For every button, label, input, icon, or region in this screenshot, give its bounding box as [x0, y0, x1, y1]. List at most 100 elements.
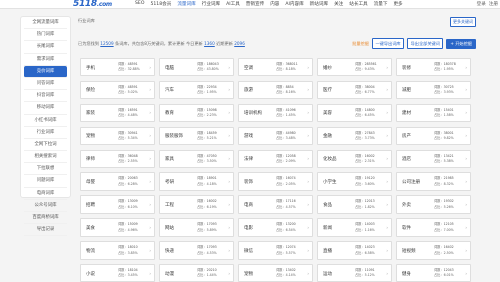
sidebar-item[interactable]: 长尾词库: [24, 41, 67, 54]
library-card[interactable]: 婚纱 词数：285561 占比：9.43% ›: [317, 58, 392, 77]
library-card[interactable]: 汽车 词数：22934 占比：1.95% ›: [159, 80, 234, 100]
sidebar-item[interactable]: 问答词库: [24, 78, 67, 91]
library-card[interactable]: 装修 词数：180378 占比：1.95% ›: [396, 58, 471, 77]
library-card[interactable]: 教育 词数：15098 占比：2.23% ›: [159, 103, 234, 123]
sidebar-item[interactable]: 百度商桥词库: [24, 212, 67, 225]
nav-item[interactable]: 流量下: [374, 1, 388, 7]
library-card[interactable]: 物流 词数：18010 占比：3.85% ›: [80, 241, 155, 260]
library-card[interactable]: 电影 词数：13200 占比：6.54% ›: [238, 218, 313, 237]
library-card[interactable]: 建材 词数：15401 占比：1.58% ›: [396, 103, 471, 123]
library-card[interactable]: 律师 词数：36048 占比：2.55% ›: [80, 149, 155, 168]
export-all-button[interactable]: 导出全部关键词: [407, 38, 444, 49]
library-card[interactable]: 运动 词数：11091 占比：5.12% ›: [317, 264, 392, 282]
library-card[interactable]: 旅游 词数：8854 占比：8.16% ›: [238, 80, 313, 100]
nav-item[interactable]: SEO: [135, 1, 144, 7]
library-card[interactable]: 装饰 词数：16074 占比：2.05% ›: [238, 172, 313, 191]
nav-item[interactable]: 5118会员: [150, 1, 171, 7]
nav-item[interactable]: 新站词库: [310, 1, 328, 7]
library-keyword: 服装服饰: [165, 134, 183, 140]
library-card[interactable]: 电脑 词数：186043 占比：43.80% ›: [159, 58, 234, 77]
library-stats: 词数：12074 占比：5.57%: [276, 245, 296, 255]
library-card[interactable]: 美食 词数：15009 占比：4.96% ›: [80, 218, 155, 237]
library-card[interactable]: 短视频 词数：16402 占比：2.50% ›: [396, 241, 471, 260]
library-card[interactable]: 新闻 词数：14003 占比：1.16% ›: [317, 218, 392, 237]
nav-item[interactable]: 营销宣传: [246, 1, 264, 7]
register-link[interactable]: 注册: [489, 1, 498, 7]
library-keyword: 婚纱: [323, 65, 332, 71]
library-card[interactable]: 家具 词数：47050 占比：3.50% ›: [159, 149, 234, 168]
library-card[interactable]: 微信 词数：12074 占比：5.57% ›: [238, 241, 313, 260]
library-card[interactable]: 小学生 词数：19120 占比：3.60% ›: [317, 172, 392, 191]
batch-mine-link[interactable]: 批量挖掘: [352, 41, 369, 47]
library-card[interactable]: 化妆品 词数：16002 占比：2.31% ›: [317, 149, 392, 168]
export-library-button[interactable]: 一键导出词库: [371, 38, 405, 49]
word-count: 47050: [206, 153, 217, 158]
library-card[interactable]: 保险 词数：48591 占比：5.02% ›: [80, 80, 155, 100]
library-card[interactable]: 培训机构 词数：41096 占比：1.45% ›: [238, 103, 313, 123]
sidebar-item[interactable]: 行业词库: [24, 127, 67, 139]
sidebar-item[interactable]: 电商词库: [24, 188, 67, 200]
share-percent: 1.95%: [206, 90, 217, 95]
library-card[interactable]: 服装服饰 词数：18459 占比：5.21% ›: [159, 126, 234, 146]
nav-item[interactable]: 站长工具: [349, 1, 367, 7]
library-stats: 词数：18901 占比：4.18%: [197, 176, 217, 186]
library-card[interactable]: 空调 词数：368011 占比：8.18% ›: [238, 58, 313, 77]
more-keywords-button[interactable]: 更多关键词: [450, 17, 476, 27]
sidebar-item[interactable]: 导出记录: [24, 224, 67, 237]
library-card[interactable]: 减肥 词数：30725 占比：3.93% ›: [396, 80, 471, 100]
library-card[interactable]: 软件 词数：12105 占比：7.00% ›: [396, 218, 471, 237]
sidebar-item[interactable]: 小红书词库: [24, 115, 67, 127]
logo[interactable]: 5118.com: [73, 0, 112, 9]
nav-item[interactable]: 更多: [393, 1, 402, 7]
library-card[interactable]: 法律 词数：12058 占比：2.09% ›: [238, 149, 313, 168]
share-percent: 5.34%: [127, 136, 138, 141]
library-card[interactable]: 家装 词数：16591 占比：4.48% ›: [80, 103, 155, 123]
library-card[interactable]: 直播 词数：14023 占比：6.58% ›: [317, 241, 392, 260]
library-card[interactable]: 手机 词数：48591 占比：32.88% ›: [80, 58, 155, 77]
share-percent: 2.05%: [285, 181, 296, 186]
nav-item[interactable]: 行业词库: [202, 1, 220, 7]
library-card[interactable]: 房产 词数：38001 占比：9.82% ›: [396, 126, 471, 146]
library-card[interactable]: 招聘 词数：13009 占比：6.10% ›: [80, 195, 155, 214]
sidebar-item[interactable]: 移动词库: [24, 102, 67, 115]
nav-item[interactable]: AI内容库: [285, 1, 303, 7]
nav-item[interactable]: AI工具: [226, 1, 240, 7]
sidebar-item[interactable]: 下拉联想: [24, 163, 67, 176]
library-card[interactable]: 工程 词数：16002 占比：6.19% ›: [159, 195, 234, 214]
main-content: 行业词库 更多关键词 已为您找到 12509 条词库，共包含8万关键词，累计更新…: [74, 16, 480, 282]
library-card[interactable]: 宠物 词数：30941 占比：5.34% ›: [80, 126, 155, 146]
word-count: 8854: [285, 84, 294, 89]
login-link[interactable]: 登录: [477, 1, 486, 7]
start-mine-button[interactable]: + 开始挖掘: [446, 38, 476, 49]
library-card[interactable]: 游戏 词数：44980 占比：3.48% ›: [238, 126, 313, 146]
sidebar-item[interactable]: 需求词库: [24, 54, 67, 66]
library-card[interactable]: 网站 词数：17093 占比：5.89% ›: [159, 218, 234, 237]
library-card[interactable]: 外卖 词数：19302 占比：5.26% ›: [396, 195, 471, 214]
sidebar-item[interactable]: 全网流量词库: [24, 17, 67, 30]
library-card[interactable]: 酒店 词数：13421 占比：5.38% ›: [396, 149, 471, 168]
library-card[interactable]: 金融 词数：27843 占比：3.73% ›: [317, 126, 392, 146]
sidebar-item[interactable]: 热门词库: [24, 29, 67, 42]
library-card[interactable]: 母婴 词数：20063 占比：6.28% ›: [80, 172, 155, 191]
library-card[interactable]: 考研 词数：18901 占比：4.18% ›: [159, 172, 234, 191]
sidebar-item[interactable]: 问题词库: [24, 175, 67, 188]
sidebar-item[interactable]: 相关搜索词: [24, 151, 67, 164]
library-card[interactable]: 小说 词数：18104 占比：3.45% ›: [80, 264, 155, 282]
library-card[interactable]: 宠物 词数：13402 占比：4.14% ›: [238, 264, 313, 282]
nav-item[interactable]: 流量词库: [177, 1, 195, 7]
sidebar-item[interactable]: 抖音词库: [24, 90, 67, 103]
library-card[interactable]: 食品 词数：12013 占比：1.82% ›: [317, 195, 392, 214]
sidebar-item[interactable]: 公众号词库: [24, 200, 67, 212]
library-card[interactable]: 公司注册 词数：21985 占比：8.32% ›: [396, 172, 471, 191]
library-card[interactable]: 健身 词数：12043 占比：6.01% ›: [396, 264, 471, 282]
library-card[interactable]: 美容 词数：14800 占比：6.45% ›: [317, 103, 392, 123]
sidebar-item[interactable]: 竞价词库: [24, 65, 67, 78]
library-card[interactable]: 动漫 词数：20210 占比：1.44% ›: [159, 264, 234, 282]
sidebar-item[interactable]: 全网下拉词: [24, 139, 67, 152]
nav-item[interactable]: 关注: [334, 1, 343, 7]
library-card[interactable]: 电商 词数：17116 占比：4.57% ›: [238, 195, 313, 214]
share-percent: 4.18%: [206, 181, 217, 186]
library-card[interactable]: 医疗 词数：38004 占比：6.77% ›: [317, 80, 392, 100]
nav-item[interactable]: 内容: [270, 1, 279, 7]
library-card[interactable]: 快递 词数：17093 占比：4.53% ›: [159, 241, 234, 260]
